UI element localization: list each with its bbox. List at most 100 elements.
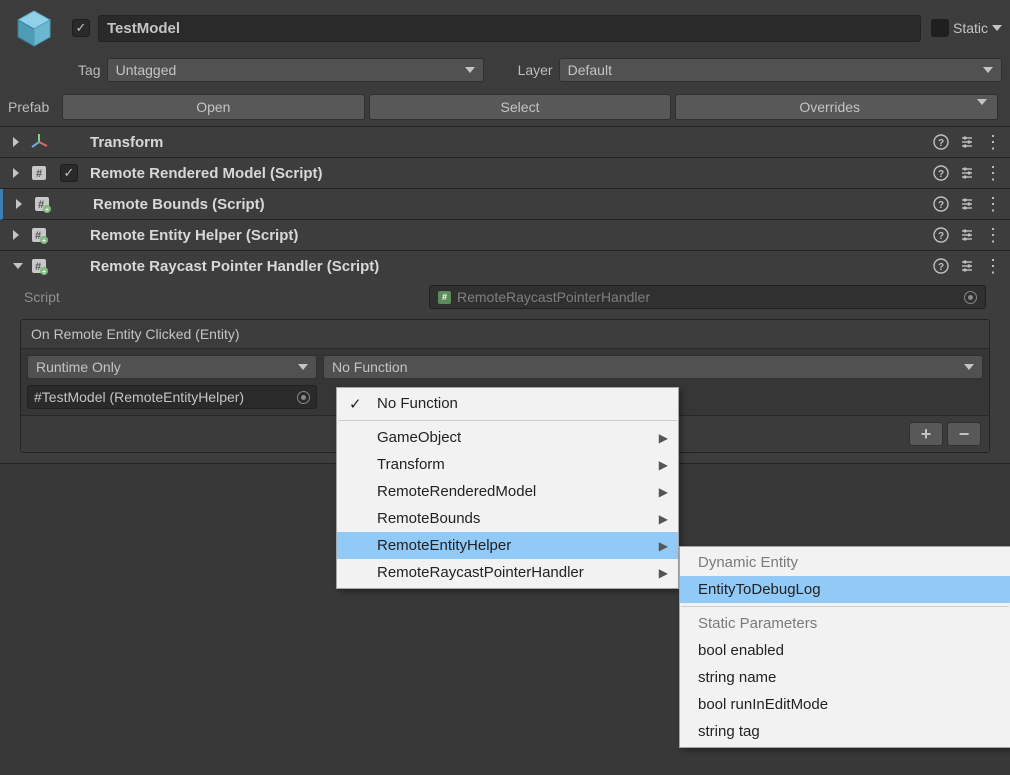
component-remote-rendered-model-script-: # ✓ Remote Rendered Model (Script)? ⋮ <box>0 158 1010 189</box>
component-title: Remote Bounds (Script) <box>93 196 924 213</box>
menu-item-remotebounds[interactable]: RemoteBounds▶ <box>337 505 678 532</box>
component-title: Transform <box>90 134 924 151</box>
component-title: Remote Raycast Pointer Handler (Script) <box>90 258 924 275</box>
menu-item-no-function[interactable]: ✓No Function <box>337 390 678 417</box>
component-enabled-checkbox[interactable]: ✓ <box>60 164 78 182</box>
menu-item-transform[interactable]: Transform ▶ <box>337 451 678 478</box>
function-select-menu: ✓No FunctionGameObject▶Transform▶RemoteR… <box>336 387 679 589</box>
prefab-open-button[interactable]: Open <box>62 94 365 120</box>
chevron-down-icon <box>298 364 308 370</box>
menu-item-label: RemoteRenderedModel <box>377 483 536 500</box>
script-field-row: Script#RemoteRaycastPointerHandler <box>0 281 1010 313</box>
svg-text:?: ? <box>938 169 944 180</box>
submenu-arrow-icon: ▶ <box>659 566 668 580</box>
menu-item-entitytodebuglog[interactable]: EntityToDebugLog <box>680 576 1010 603</box>
menu-item-bool-runineditmode[interactable]: bool runInEditMode <box>680 691 1010 718</box>
menu-item-label: GameObject <box>377 429 461 446</box>
chevron-down-icon <box>465 67 475 73</box>
help-icon[interactable]: ? <box>932 257 950 275</box>
menu-item-label: string name <box>698 669 776 686</box>
svg-text:?: ? <box>938 231 944 242</box>
script-new-icon: #+ <box>30 226 48 244</box>
component-header[interactable]: #+Remote Bounds (Script)?⋮ <box>3 189 1010 219</box>
menu-item-remoterenderedmodel[interactable]: RemoteRenderedModel ▶ <box>337 478 678 505</box>
menu-item-bool-enabled[interactable]: bool enabled <box>680 637 1010 664</box>
svg-text:#: # <box>36 168 42 180</box>
layer-dropdown[interactable]: Default <box>559 58 1002 82</box>
kebab-menu-icon[interactable]: ⋮ <box>984 164 1002 182</box>
component-title: Remote Rendered Model (Script) <box>90 165 924 182</box>
kebab-menu-icon[interactable]: ⋮ <box>984 257 1002 275</box>
foldout-closed-icon <box>13 137 19 147</box>
kebab-menu-icon[interactable]: ⋮ <box>984 133 1002 151</box>
foldout-closed-icon <box>13 168 19 178</box>
script-label: Script <box>24 289 429 305</box>
component-header[interactable]: # ✓ Remote Rendered Model (Script)? ⋮ <box>0 158 1010 188</box>
preset-icon[interactable] <box>958 164 976 182</box>
menu-item-label: bool runInEditMode <box>698 696 828 713</box>
svg-text:+: + <box>42 269 46 275</box>
remove-listener-button[interactable]: − <box>947 422 981 446</box>
help-icon[interactable]: ? <box>932 226 950 244</box>
add-listener-button[interactable]: + <box>909 422 943 446</box>
menu-item-label: Transform <box>377 456 445 473</box>
kebab-menu-icon[interactable]: ⋮ <box>984 195 1002 213</box>
menu-item-string-name[interactable]: string name <box>680 664 1010 691</box>
script-icon: # <box>30 164 48 182</box>
function-dropdown[interactable]: No Function <box>323 355 983 379</box>
script-new-icon: #+ <box>30 257 48 275</box>
gameobject-cube-icon <box>14 8 54 48</box>
foldout-closed-icon <box>16 199 22 209</box>
menu-item-label: RemoteBounds <box>377 510 480 527</box>
tag-dropdown[interactable]: Untagged <box>107 58 484 82</box>
prefab-row: Prefab Open Select Overrides <box>0 88 1010 127</box>
menu-item-label: RemoteEntityHelper <box>377 537 511 554</box>
object-picker-icon[interactable] <box>964 291 977 304</box>
component-header[interactable]: #+ Remote Raycast Pointer Handler (Script… <box>0 251 1010 281</box>
foldout-closed-icon <box>13 230 19 240</box>
help-icon[interactable]: ? <box>932 195 950 213</box>
svg-text:?: ? <box>938 262 944 273</box>
event-target-field[interactable]: #TestModel (RemoteEntityHelper) <box>27 385 317 409</box>
call-mode-dropdown[interactable]: Runtime Only <box>27 355 317 379</box>
menu-separator <box>681 606 1009 607</box>
menu-item-string-tag[interactable]: string tag <box>680 718 1010 745</box>
prefab-overrides-dropdown[interactable]: Overrides <box>675 94 998 120</box>
gameobject-active-checkbox[interactable]: ✓ <box>72 19 90 37</box>
component-header[interactable]: Transform? ⋮ <box>0 127 1010 157</box>
component-remote-bounds-script-: #+Remote Bounds (Script)?⋮ <box>0 189 1010 220</box>
prefab-select-button[interactable]: Select <box>369 94 672 120</box>
menu-item-label: string tag <box>698 723 760 740</box>
menu-item-label: bool enabled <box>698 642 784 659</box>
layer-label: Layer <box>518 62 553 78</box>
script-object-field[interactable]: #RemoteRaycastPointerHandler <box>429 285 986 309</box>
static-dropdown-icon[interactable] <box>992 25 1002 31</box>
function-submenu: Dynamic Entity EntityToDebugLog Static P… <box>679 546 1010 748</box>
tag-layer-row: Tag Untagged Layer Default <box>0 54 1010 88</box>
component-title: Remote Entity Helper (Script) <box>90 227 924 244</box>
component-header[interactable]: #+ Remote Entity Helper (Script)? ⋮ <box>0 220 1010 250</box>
svg-text:?: ? <box>938 138 944 149</box>
submenu-header-dynamic: Dynamic Entity <box>680 549 1010 576</box>
help-icon[interactable]: ? <box>932 133 950 151</box>
preset-icon[interactable] <box>958 195 976 213</box>
menu-item-gameobject[interactable]: GameObject▶ <box>337 424 678 451</box>
menu-item-remoteraycastpointerhandler[interactable]: RemoteRaycastPointerHandler▶ <box>337 559 678 586</box>
static-checkbox[interactable] <box>931 19 949 37</box>
prefab-label: Prefab <box>8 99 62 115</box>
help-icon[interactable]: ? <box>932 164 950 182</box>
submenu-arrow-icon: ▶ <box>659 458 668 472</box>
preset-icon[interactable] <box>958 226 976 244</box>
chevron-down-icon <box>977 99 987 105</box>
kebab-menu-icon[interactable]: ⋮ <box>984 226 1002 244</box>
gameobject-name-input[interactable] <box>98 15 921 42</box>
svg-text:?: ? <box>938 200 944 211</box>
preset-icon[interactable] <box>958 133 976 151</box>
preset-icon[interactable] <box>958 257 976 275</box>
submenu-header-static: Static Parameters <box>680 610 1010 637</box>
submenu-arrow-icon: ▶ <box>659 485 668 499</box>
static-label: Static <box>953 20 988 36</box>
svg-text:+: + <box>42 238 46 244</box>
menu-item-remoteentityhelper[interactable]: RemoteEntityHelper▶ <box>337 532 678 559</box>
object-picker-icon[interactable] <box>297 391 310 404</box>
